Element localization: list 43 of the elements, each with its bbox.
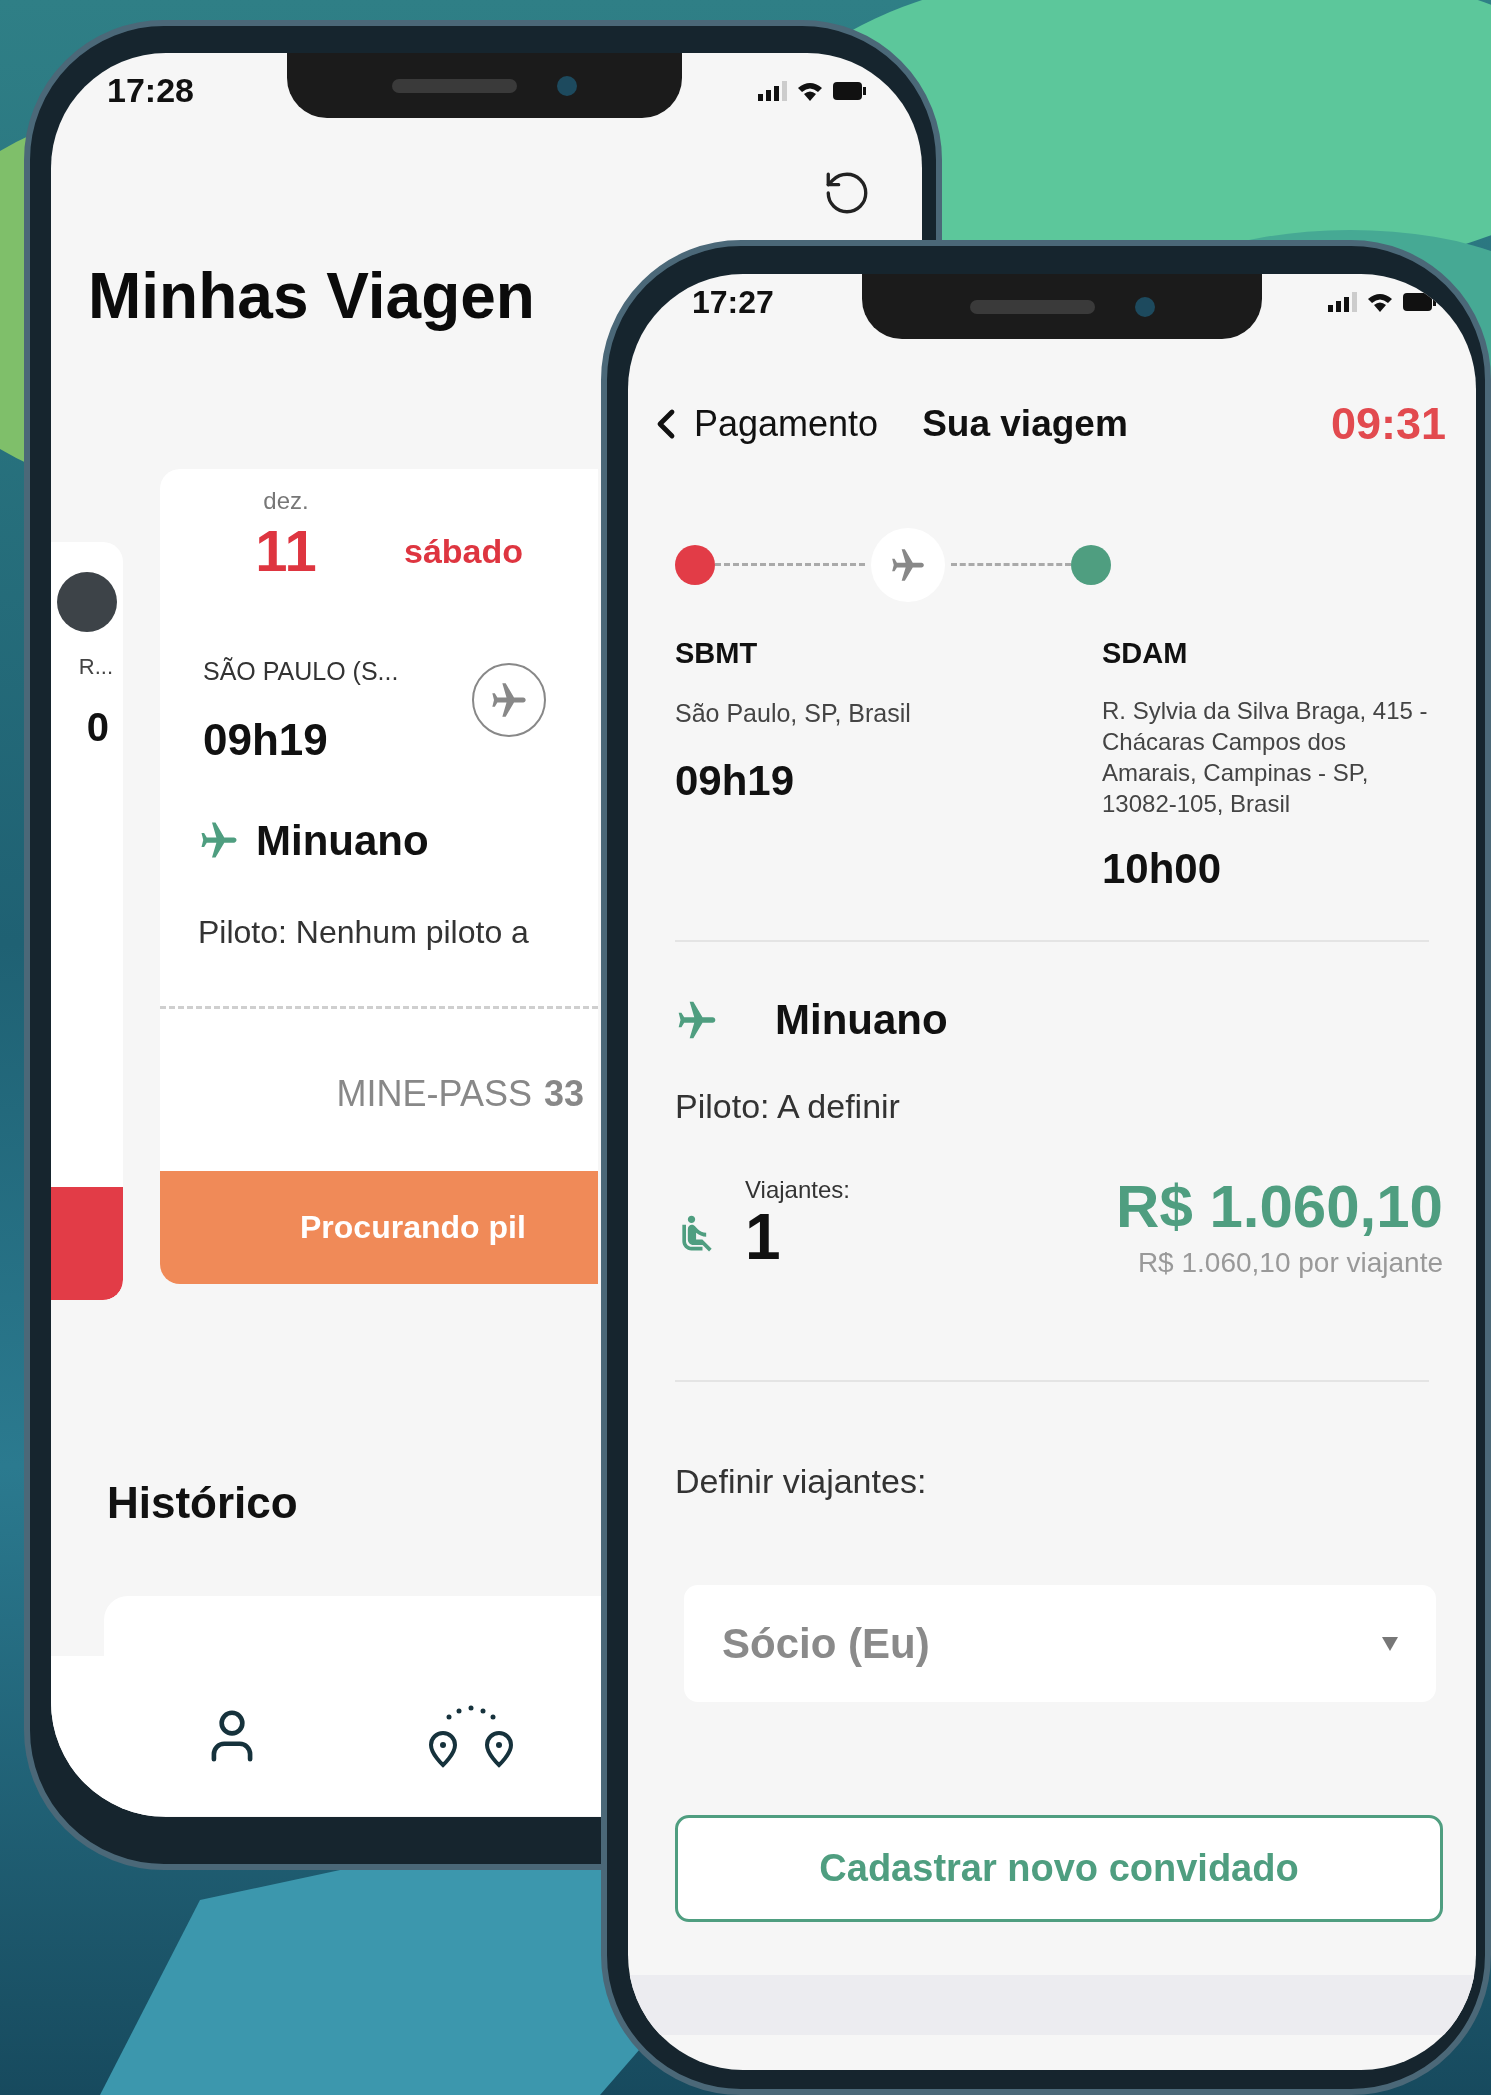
month-label: dez. [263, 486, 309, 516]
arrival-time: 10h00 [1102, 844, 1223, 894]
day-number: 11 [255, 519, 317, 583]
section-label: Definir viajantes: [674, 1461, 928, 1502]
section-title: Histórico [107, 1477, 298, 1529]
screen-title: Sua viagem [922, 402, 1128, 446]
price-per-traveler: R$ 1.060,10 por viajante [1137, 1246, 1443, 1280]
total-price: R$ 1.060,10 [1116, 1172, 1443, 1242]
pass-label: MINE-PASS [336, 1071, 532, 1116]
pilot-label: Piloto: Nenhum piloto a [197, 912, 530, 952]
countdown-timer: 09:31 [1330, 397, 1446, 451]
pilot-label: Piloto: A definir [674, 1086, 901, 1127]
weekday-label: sábado [404, 531, 524, 572]
origin-label: SÃO PAULO (S... [203, 656, 399, 687]
camera-lens [1134, 296, 1155, 317]
origin-label: R... [78, 653, 113, 681]
airport-address: R. Sylvia da Silva Braga, 415 - Chácaras Campos dos Amarais, Campinas - SP, 13082-105, Brasil [1102, 696, 1429, 819]
avatar [57, 572, 117, 632]
battery-icon [1402, 292, 1436, 312]
wifi-icon [1366, 292, 1394, 312]
travelers-label: Viajantes: [745, 1175, 850, 1205]
trip-card[interactable]: dez. 11 sábado SÃO PAULO (S... 09h19 Minuano Piloto: Nenhum piloto a MINE-PASS 33 Procurando pil [160, 469, 598, 1284]
aircraft-name: Minuano [775, 995, 948, 1045]
camera-lens [557, 75, 577, 96]
travelers-count: 1 [745, 1204, 781, 1270]
airport-code: SDAM [1102, 635, 1189, 671]
back-button[interactable]: Pagamento [642, 396, 879, 451]
departure-time: 09h19 [203, 713, 329, 766]
trip-card[interactable]: R... 0 [51, 542, 123, 1300]
caret-icon [1382, 1636, 1398, 1651]
departure-time: 09h19 [675, 755, 796, 806]
wifi-icon [796, 80, 824, 101]
pass-number: 33 [543, 1071, 584, 1116]
status-time: 17:28 [107, 70, 194, 111]
airport-code: SBMT [675, 635, 759, 671]
departure-time: 0 [86, 704, 109, 751]
airport-address: São Paulo, SP, Brasil [675, 698, 912, 729]
page-title: Minhas Viagen [88, 259, 535, 334]
status-time: 17:27 [692, 283, 774, 322]
signal-icon [758, 80, 788, 101]
battery-icon [832, 80, 866, 101]
signal-icon [1328, 292, 1358, 312]
aircraft-name: Minuano [256, 815, 429, 866]
